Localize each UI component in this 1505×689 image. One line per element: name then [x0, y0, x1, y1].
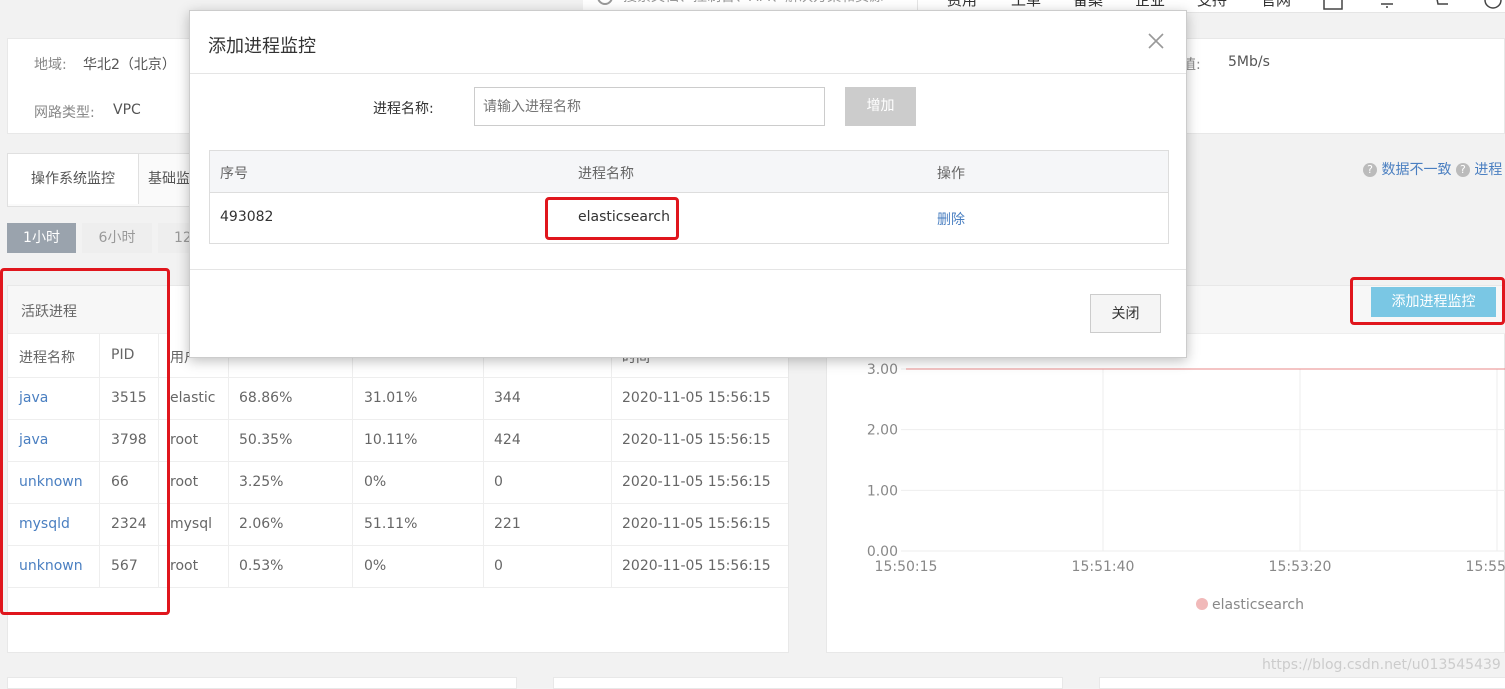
region-value: 华北2（北京） [83, 57, 176, 73]
table-cell: 2020-11-05 15:56:15 [622, 432, 771, 448]
table-cell: 2020-11-05 15:56:15 [622, 390, 771, 406]
col-process-name: 进程名称 [578, 166, 634, 182]
bell-icon[interactable] [1378, 0, 1396, 10]
table-cell: 0% [364, 474, 387, 490]
network-type-label: 网路类型: [34, 105, 95, 121]
col-serial: 序号 [220, 166, 248, 182]
legend-elasticsearch[interactable]: elasticsearch [1212, 597, 1304, 613]
bottom-card [553, 677, 1063, 689]
process-name-input[interactable] [474, 87, 825, 126]
search-icon [597, 0, 613, 5]
help-links: ? 数据不一致 ? 进程 [1363, 159, 1502, 179]
search-placeholder: 搜索文档、控制台、API、解决方案和资源 [623, 0, 883, 10]
x-tick-label: 15:55:00 [1466, 559, 1505, 575]
x-tick-label: 15:53:20 [1269, 559, 1332, 575]
highlight-annotation [0, 268, 170, 615]
table-cell: 424 [494, 432, 521, 448]
table-cell: 221 [494, 516, 521, 532]
table-cell: 2020-11-05 15:56:15 [622, 474, 771, 490]
tab-os-monitor[interactable]: 操作系统监控 [8, 154, 139, 204]
cart-icon[interactable] [1431, 0, 1451, 10]
dialog-title: 添加进程监控 [208, 36, 316, 57]
process-name-label: 进程名称: [373, 101, 434, 117]
watermark: https://blog.csdn.net/u013545439 [1262, 657, 1501, 673]
table-cell: 68.86% [239, 390, 293, 406]
table-cell: 10.11% [364, 432, 418, 448]
table-cell: 2020-11-05 15:56:15 [622, 558, 771, 574]
range-1h-button[interactable]: 1小时 [7, 223, 76, 253]
process-chart: 0.00 1.00 2.00 3.00 15:50:15 15:51:40 15:53:2… [867, 362, 1505, 613]
nav-filing[interactable]: 备案 [1073, 0, 1103, 10]
region-label: 地域: [34, 57, 67, 73]
question-icon: ? [1363, 163, 1377, 177]
y-tick-label: 2.00 [867, 423, 898, 439]
table-cell: root [170, 558, 199, 574]
table-cell: 3.25% [239, 474, 284, 490]
legend-marker [1196, 598, 1208, 610]
network-type-value: VPC [113, 102, 141, 118]
bottom-card [7, 677, 517, 689]
table-cell: 2.06% [239, 516, 284, 532]
x-tick-label: 15:51:40 [1072, 559, 1135, 575]
table-cell: 0 [494, 474, 503, 490]
table-cell: 51.11% [364, 516, 418, 532]
nav-enterprise[interactable]: 企业 [1135, 0, 1165, 10]
table-cell: 0.53% [239, 558, 284, 574]
x-tick-label: 15:50:15 [875, 559, 938, 575]
table-cell: 493082 [220, 209, 274, 225]
table-cell: 0 [494, 558, 503, 574]
bandwidth-value: 5Mb/s [1228, 54, 1270, 70]
question-icon: ? [1455, 163, 1470, 177]
col-actions: 操作 [937, 166, 965, 182]
y-tick-label: 3.00 [867, 362, 898, 378]
table-cell: 0% [364, 558, 387, 574]
table-cell: mysql [170, 516, 212, 532]
close-button[interactable]: 关闭 [1090, 294, 1161, 333]
monitored-process-table: 序号 进程名称 操作 493082 elasticsearch 删除 [209, 150, 1169, 244]
y-tick-label: 0.00 [867, 544, 898, 560]
nav-support[interactable]: 支持 [1197, 0, 1227, 10]
y-tick-label: 1.00 [867, 483, 898, 499]
highlight-annotation [545, 197, 679, 240]
nav-fees[interactable]: 费用 [947, 0, 977, 10]
add-button[interactable]: 增加 [845, 87, 916, 126]
highlight-annotation [1350, 277, 1505, 325]
table-cell: 344 [494, 390, 521, 406]
bottom-card [1099, 677, 1505, 689]
process-help-link[interactable]: 进程 [1474, 162, 1502, 178]
table-cell: 31.01% [364, 390, 418, 406]
delete-link[interactable]: 删除 [937, 209, 965, 229]
help-icon[interactable] [1483, 0, 1503, 10]
table-cell: 50.35% [239, 432, 293, 448]
add-process-monitor-dialog: 添加进程监控 进程名称: 增加 序号 进程名称 操作 493082 elasti… [189, 10, 1187, 358]
nav-official-site[interactable]: 官网 [1261, 0, 1291, 10]
table-cell: 2020-11-05 15:56:15 [622, 516, 771, 532]
table-cell: elastic [170, 390, 216, 406]
global-search[interactable]: 搜索文档、控制台、API、解决方案和资源 [583, 0, 918, 10]
close-icon[interactable] [1147, 32, 1165, 50]
range-6h-button[interactable]: 6小时 [82, 223, 152, 253]
table-cell: root [170, 474, 199, 490]
table-cell: root [170, 432, 199, 448]
nav-tickets[interactable]: 工单 [1011, 0, 1041, 10]
data-inconsistent-link[interactable]: 数据不一致 [1381, 162, 1451, 178]
terminal-icon[interactable] [1323, 0, 1343, 10]
